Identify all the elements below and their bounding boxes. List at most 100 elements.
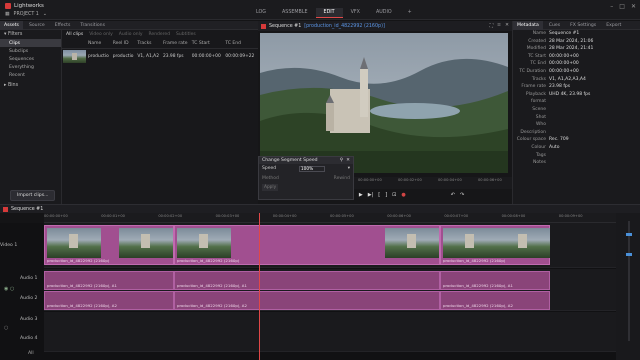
metadata-value[interactable]: Auto: [549, 144, 559, 152]
audio-clip-a1-3[interactable]: production_id_4822992 (2160p), A1: [440, 271, 550, 290]
timeline-ruler[interactable]: 00:00:00+00 00:00:01+00 00:00:02+00 00:00:0…: [44, 213, 640, 223]
col-tc-end[interactable]: TC End: [224, 39, 258, 49]
metadata-row: Shot: [513, 114, 640, 122]
clips-panel: All clips Video only Audio only Rendered…: [62, 30, 258, 204]
track-height-handle[interactable]: [626, 253, 632, 256]
metadata-value[interactable]: 28 Mar 2024, 21:41: [549, 45, 593, 53]
undo-icon[interactable]: ↶: [451, 192, 455, 198]
metadata-value[interactable]: 23.98 fps: [549, 83, 570, 91]
audio-monitor-icon[interactable]: ◉ ○: [4, 286, 14, 292]
metadata-key: Modified: [526, 46, 546, 52]
tab-export[interactable]: Export: [602, 21, 625, 30]
clips-table: Name Reel ID Tracks Frame rate TC Start …: [62, 39, 258, 64]
add-mode-button[interactable]: +: [400, 8, 420, 18]
track-header-audio-2[interactable]: Audio 2: [0, 296, 44, 301]
redo-icon[interactable]: ↷: [460, 192, 464, 198]
record-icon[interactable]: ●: [401, 192, 405, 198]
project-selector[interactable]: ▦ PROJECT 1 ⌄: [5, 12, 47, 17]
speed-stepper-icon[interactable]: ▾: [348, 166, 350, 172]
cell-tc-end: 00:00:09+22: [225, 54, 255, 59]
play-icon[interactable]: ▶: [359, 192, 363, 198]
mode-edit[interactable]: EDIT: [315, 8, 343, 18]
close-icon[interactable]: ✕: [631, 3, 636, 10]
playhead[interactable]: [259, 213, 260, 360]
metadata-value[interactable]: 00:00:00+00: [549, 68, 579, 76]
metadata-value[interactable]: 00:00:00+00: [549, 53, 579, 61]
col-frame-rate[interactable]: Frame rate: [161, 39, 191, 49]
video-clip-2[interactable]: production_id_4822992 (2160p): [174, 225, 440, 265]
fullscreen-icon[interactable]: ⛶: [490, 23, 493, 29]
tab-all-clips[interactable]: All clips: [66, 32, 83, 37]
close-icon[interactable]: ✕: [505, 23, 509, 29]
minimize-icon[interactable]: –: [610, 3, 613, 10]
audio-clip-a1-1[interactable]: production_id_4822992 (2160p), A1: [44, 271, 174, 290]
mode-audio[interactable]: AUDIO: [368, 8, 400, 18]
bin-item-sequences[interactable]: Sequences: [0, 55, 61, 63]
tab-audio-only[interactable]: Audio only: [119, 32, 143, 37]
audio-clip-a2-1[interactable]: production_id_4822992 (2160p), A2: [44, 291, 174, 310]
metadata-key: Scene: [532, 106, 546, 112]
col-tracks[interactable]: Tracks: [136, 39, 162, 49]
menu-icon[interactable]: ≡: [497, 23, 501, 29]
tab-metadata[interactable]: Metadata: [513, 20, 543, 30]
metadata-value[interactable]: 28 Mar 2024, 21:06: [549, 38, 593, 46]
pin-icon[interactable]: ⚲: [340, 158, 343, 163]
tab-fx-settings[interactable]: FX Settings: [566, 21, 600, 30]
audio-clip-a2-2[interactable]: production_id_4822992 (2160p), A2: [174, 291, 440, 310]
ruler-tick: 00:00:04+00: [272, 214, 297, 218]
speed-input[interactable]: 100%: [298, 166, 325, 172]
video-clip-1[interactable]: production_id_4822992 (2160p): [44, 225, 174, 265]
metadata-value[interactable]: UHD 4K, 23.98 fps: [549, 91, 590, 106]
mark-out-icon[interactable]: ]: [385, 192, 387, 198]
timeline-side-toolbar: [616, 213, 640, 360]
bin-item-everything[interactable]: Everything: [0, 63, 61, 71]
tab-cues[interactable]: Cues: [545, 21, 564, 30]
audio-monitor-icon-2[interactable]: ○: [4, 325, 8, 331]
import-clips-button[interactable]: Import clips...: [10, 190, 56, 201]
bin-item-recent[interactable]: Recent: [0, 71, 61, 79]
audio-clip-a2-3[interactable]: production_id_4822992 (2160p), A2: [440, 291, 550, 310]
mode-vfx[interactable]: VFX: [343, 8, 368, 18]
tab-subtitles[interactable]: Subtitles: [176, 32, 196, 37]
video-clip-3[interactable]: production_id_4822992 (2160p): [440, 225, 550, 265]
mode-assemble[interactable]: ASSEMBLE: [274, 8, 316, 18]
apply-button[interactable]: Apply: [262, 184, 278, 191]
tab-video-only[interactable]: Video only: [89, 32, 113, 37]
close-icon[interactable]: ✕: [346, 158, 350, 163]
cell-frame-rate: 23.98 fps: [162, 54, 184, 59]
track-header-audio-1[interactable]: Audio 1: [0, 276, 44, 281]
maximize-icon[interactable]: □: [619, 3, 625, 10]
col-tc-start[interactable]: TC Start: [190, 39, 225, 49]
insert-icon[interactable]: ⊡: [392, 192, 396, 198]
video-frame[interactable]: [260, 33, 508, 173]
zoom-all-label[interactable]: All: [28, 351, 34, 356]
col-name[interactable]: Name: [87, 39, 112, 49]
track-header-audio-4[interactable]: Audio 4: [0, 336, 44, 341]
metadata-value[interactable]: 00:00:00+00: [549, 60, 579, 68]
metadata-value[interactable]: Sequence #1: [549, 30, 579, 38]
filters-header[interactable]: ▾ Filters: [0, 30, 61, 39]
mark-in-icon[interactable]: [: [378, 192, 380, 198]
metadata-value[interactable]: Rec. 709: [549, 136, 569, 144]
mode-log[interactable]: LOG: [248, 8, 274, 18]
metadata-row: Colour space Rec. 709: [513, 136, 640, 144]
title-bar: Lightworks ▦ PROJECT 1 ⌄ LOG ASSEMBLE ED…: [0, 0, 640, 20]
tab-assets[interactable]: Assets: [0, 20, 23, 30]
track-header-audio-3[interactable]: Audio 3: [0, 317, 44, 322]
zoom-slider-handle[interactable]: [626, 233, 632, 236]
col-reel-id[interactable]: Reel ID: [111, 39, 137, 49]
step-forward-icon[interactable]: ▶|: [368, 192, 374, 198]
table-row[interactable]: productio productio V1, A1,A2 23.98 fps …: [62, 49, 258, 65]
metadata-row: Created 28 Mar 2024, 21:06: [513, 38, 640, 46]
tab-rendered[interactable]: Rendered: [149, 32, 171, 37]
metadata-value[interactable]: V1, A1,A2,A3,A4: [549, 76, 586, 84]
tab-source[interactable]: Source: [25, 21, 49, 30]
tab-transitions[interactable]: Transitions: [76, 21, 109, 30]
bin-item-subclips[interactable]: Subclips: [0, 47, 61, 55]
method-select[interactable]: Rewind: [334, 176, 350, 181]
bin-item-clips[interactable]: Clips: [0, 39, 61, 47]
track-header-video-1[interactable]: Video 1: [0, 243, 44, 248]
bins-header[interactable]: ▸ Bins: [0, 81, 61, 90]
tab-effects[interactable]: Effects: [51, 21, 75, 30]
audio-clip-a1-2[interactable]: production_id_4822992 (2160p), A1: [174, 271, 440, 290]
